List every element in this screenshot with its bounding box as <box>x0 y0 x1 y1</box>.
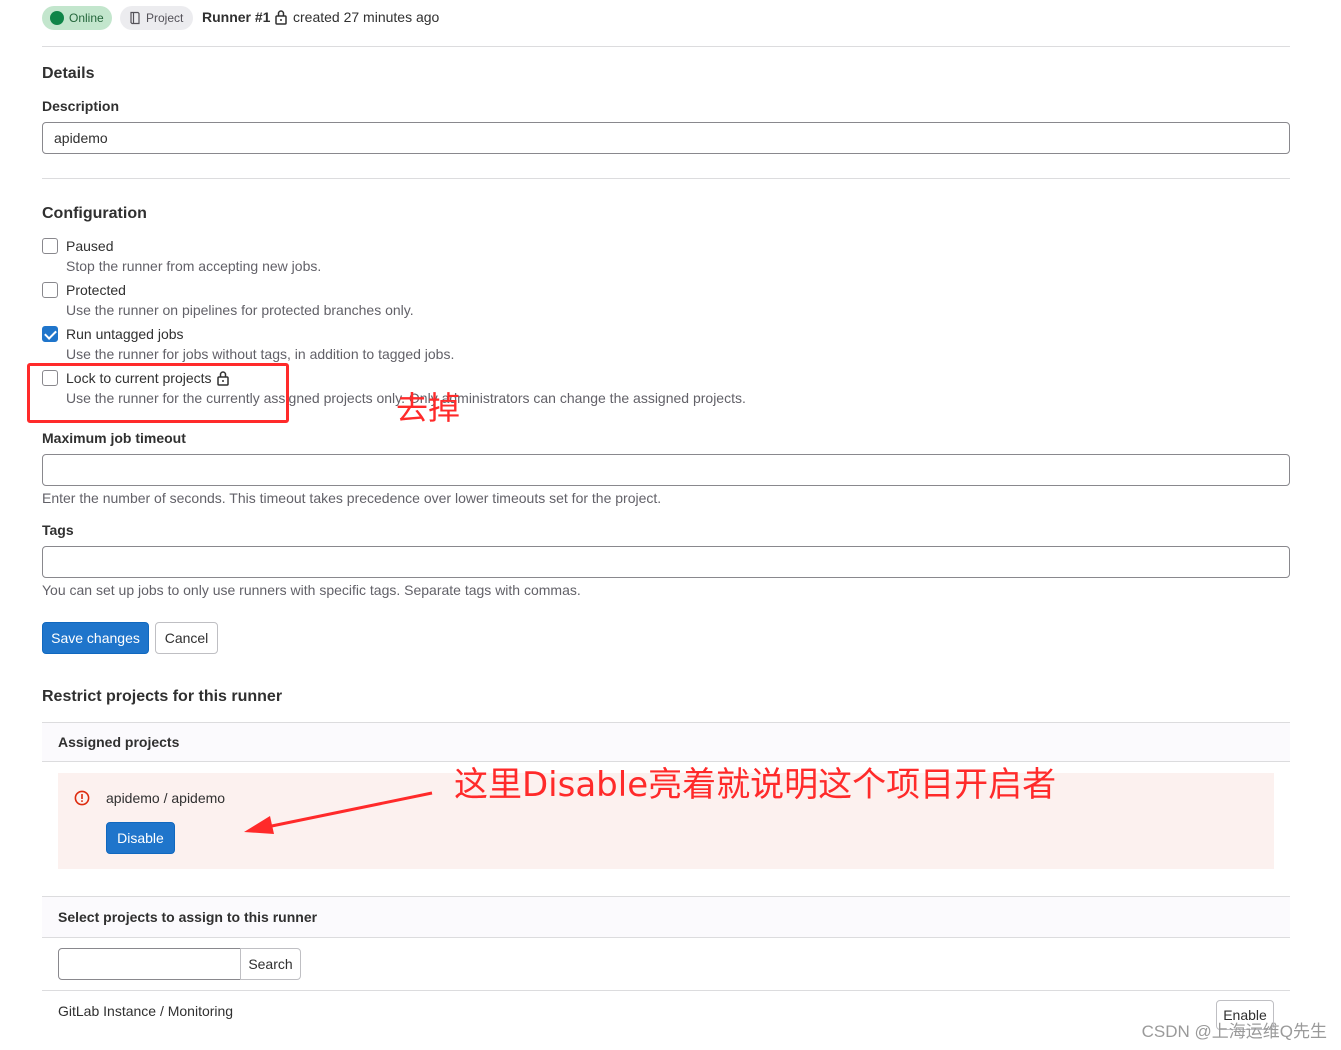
runner-type-badge: Project <box>120 6 193 30</box>
timeout-input[interactable] <box>42 454 1290 486</box>
runner-title: Runner #1 <box>202 9 271 25</box>
paused-checkbox[interactable] <box>42 238 58 254</box>
run-untagged-help: Use the runner for jobs without tags, in… <box>66 346 455 362</box>
run-untagged-label: Run untagged jobs <box>66 326 184 342</box>
run-untagged-checkbox[interactable] <box>42 326 58 342</box>
select-projects-heading: Select projects to assign to this runner <box>58 909 318 925</box>
select-projects-header: Select projects to assign to this runner <box>42 896 1290 938</box>
tags-label: Tags <box>42 522 74 538</box>
assigned-projects-heading: Assigned projects <box>58 734 180 750</box>
assigned-project-name[interactable]: apidemo / apidemo <box>106 790 225 806</box>
annotation-remove-note: 去掉 <box>396 389 461 427</box>
project-search-input[interactable] <box>58 948 241 980</box>
cancel-button[interactable]: Cancel <box>155 622 218 654</box>
error-icon <box>74 790 90 806</box>
description-input[interactable] <box>42 122 1290 154</box>
divider <box>42 990 1290 991</box>
runner-type-label: Project <box>146 11 184 25</box>
divider <box>42 46 1290 47</box>
restrict-heading: Restrict projects for this runner <box>42 688 283 705</box>
status-badge-label: Online <box>69 11 104 25</box>
annotation-arrow-icon <box>244 791 433 834</box>
protected-help: Use the runner on pipelines for protecte… <box>66 302 414 318</box>
timeout-label: Maximum job timeout <box>42 430 186 446</box>
annotation-highlight-box <box>27 363 289 423</box>
available-project-name[interactable]: GitLab Instance / Monitoring <box>58 1003 233 1019</box>
configuration-heading: Configuration <box>42 205 147 222</box>
description-label: Description <box>42 98 120 114</box>
assigned-projects-header: Assigned projects <box>42 722 1290 762</box>
details-heading: Details <box>42 65 95 82</box>
lock-icon <box>275 10 287 25</box>
tags-input[interactable] <box>42 546 1290 578</box>
search-button[interactable]: Search <box>240 948 301 980</box>
divider <box>42 178 1290 179</box>
paused-label: Paused <box>66 238 114 254</box>
online-dot-icon <box>50 11 64 25</box>
save-changes-button[interactable]: Save changes <box>42 622 149 654</box>
disable-button[interactable]: Disable <box>106 822 175 854</box>
protected-checkbox[interactable] <box>42 282 58 298</box>
paused-help: Stop the runner from accepting new jobs. <box>66 258 322 274</box>
created-time: created 27 minutes ago <box>293 9 440 25</box>
watermark: CSDN @上海运维Q先生 <box>1141 1022 1327 1041</box>
protected-label: Protected <box>66 282 126 298</box>
tags-help: You can set up jobs to only use runners … <box>42 582 581 598</box>
timeout-help: Enter the number of seconds. This timeou… <box>42 490 662 506</box>
project-icon <box>130 11 140 25</box>
status-badge: Online <box>42 6 112 30</box>
annotation-disable-note: 这里Disable亮着就说明这个项目开启者 <box>454 765 1057 805</box>
